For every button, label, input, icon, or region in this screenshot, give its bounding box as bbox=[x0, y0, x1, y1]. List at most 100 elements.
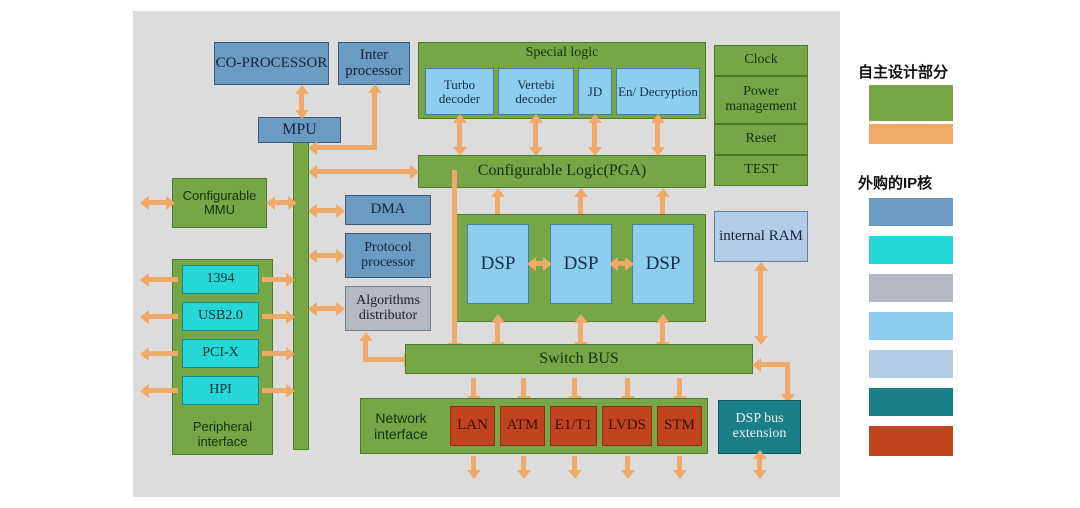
block-dsp-bus-extension[interactable]: DSP bus extension bbox=[718, 400, 801, 454]
arrow-switchbus-lvds bbox=[625, 378, 630, 398]
arrowhead-down bbox=[517, 470, 531, 479]
arrowhead-up bbox=[656, 188, 670, 197]
arrow-pga-switchbus-left bbox=[452, 170, 457, 345]
arrowhead-right bbox=[286, 310, 295, 324]
block-atm[interactable]: ATM bbox=[500, 406, 545, 446]
block-power-management[interactable]: Power management bbox=[714, 76, 808, 124]
legend-swatch-self-green bbox=[869, 85, 953, 121]
arrowhead-down bbox=[621, 470, 635, 479]
arrowhead-up bbox=[295, 85, 309, 94]
legend-swatch-ip-6 bbox=[869, 388, 953, 416]
arrow-vertebi-pga bbox=[533, 122, 538, 148]
block-vertebi-decoder[interactable]: Vertebi decoder bbox=[498, 68, 574, 115]
block-internal-ram[interactable]: internal RAM bbox=[714, 211, 808, 262]
block-configurable-mmu[interactable]: Configurable MMU bbox=[172, 178, 267, 228]
arrowhead-up bbox=[491, 188, 505, 197]
arrowhead-left bbox=[308, 302, 317, 316]
arrowhead-up bbox=[656, 314, 670, 323]
block-clock[interactable]: Clock bbox=[714, 45, 808, 76]
legend-swatch-self-orange bbox=[869, 124, 953, 144]
arrowhead-left bbox=[752, 358, 761, 372]
arrow-mmu-left bbox=[148, 200, 168, 205]
arrow-dsp2-switchbus bbox=[578, 322, 583, 344]
arrow-switchbus-e1t1 bbox=[572, 378, 577, 398]
arrowhead-left bbox=[527, 257, 536, 271]
arrow-interproc-vert bbox=[372, 92, 377, 147]
arrowhead-right bbox=[410, 165, 419, 179]
arrow-interproc-horz bbox=[316, 145, 377, 150]
block-stm[interactable]: STM bbox=[657, 406, 702, 446]
arrowhead-left bbox=[140, 196, 149, 210]
block-en-decryption[interactable]: En/ Decryption bbox=[616, 68, 700, 115]
arrowhead-right bbox=[166, 196, 175, 210]
arrowhead-up bbox=[368, 84, 382, 93]
arrowhead-left bbox=[140, 310, 149, 324]
arrowhead-up bbox=[529, 114, 543, 123]
arrowhead-up bbox=[491, 314, 505, 323]
block-lan[interactable]: LAN bbox=[450, 406, 495, 446]
arrowhead-down bbox=[753, 470, 767, 479]
arrow-jd-pga bbox=[592, 122, 597, 148]
block-algorithms-distributor[interactable]: Algorithms distributor bbox=[345, 286, 431, 331]
legend-swatch-ip-1 bbox=[869, 198, 953, 226]
arrowhead-left bbox=[140, 384, 149, 398]
arrowhead-right bbox=[336, 302, 345, 316]
arrowhead-left bbox=[609, 257, 618, 271]
arrowhead-up bbox=[753, 450, 767, 459]
block-coprocessor[interactable]: CO-PROCESSOR bbox=[214, 42, 329, 85]
arrowhead-left bbox=[140, 347, 149, 361]
arrow-switchbus-dspext-v bbox=[785, 362, 790, 396]
block-e1t1[interactable]: E1/T1 bbox=[550, 406, 597, 446]
network-interface-title: Network interface bbox=[374, 409, 428, 442]
arrowhead-up bbox=[453, 114, 467, 123]
arrowhead-down bbox=[467, 470, 481, 479]
block-dsp-2[interactable]: DSP bbox=[550, 224, 612, 304]
block-dma[interactable]: DMA bbox=[345, 195, 431, 225]
block-protocol-processor[interactable]: Protocol processor bbox=[345, 233, 431, 278]
arrow-1394-bus bbox=[262, 277, 288, 282]
block-1394[interactable]: 1394 bbox=[182, 265, 259, 294]
arrowhead-up bbox=[754, 262, 768, 271]
arrow-bus-pga bbox=[316, 169, 412, 174]
block-reset[interactable]: Reset bbox=[714, 124, 808, 155]
main-bus-bar bbox=[293, 140, 309, 450]
arrowhead-down bbox=[673, 470, 687, 479]
block-jd[interactable]: JD bbox=[578, 68, 612, 115]
arrowhead-left bbox=[308, 249, 317, 263]
arrowhead-down bbox=[295, 110, 309, 119]
arrowhead-right bbox=[625, 257, 634, 271]
block-turbo-decoder[interactable]: Turbo decoder bbox=[425, 68, 494, 115]
arrow-switchbus-stm bbox=[677, 378, 682, 398]
block-lvds[interactable]: LVDS bbox=[602, 406, 652, 446]
arrowhead-right bbox=[286, 347, 295, 361]
legend-swatch-ip-3 bbox=[869, 274, 953, 302]
block-test[interactable]: TEST bbox=[714, 155, 808, 186]
arrow-dsp1-switchbus bbox=[495, 322, 500, 344]
arrowhead-left bbox=[308, 141, 317, 155]
block-inter-processor[interactable]: Inter processor bbox=[338, 42, 410, 85]
arrowhead-down bbox=[568, 470, 582, 479]
block-configurable-logic[interactable]: Configurable Logic(PGA) bbox=[418, 155, 706, 188]
arrow-ram-switchbus bbox=[758, 270, 763, 338]
block-usb20[interactable]: USB2.0 bbox=[182, 302, 259, 331]
diagram-root: CO-PROCESSOR Inter processor MPU Special… bbox=[0, 0, 1080, 508]
arrowhead-right bbox=[286, 384, 295, 398]
arrow-usb-bus bbox=[262, 314, 288, 319]
arrow-coprocessor-mpu bbox=[299, 93, 304, 111]
special-logic-title: Special logic bbox=[525, 45, 599, 60]
block-dsp-3[interactable]: DSP bbox=[632, 224, 694, 304]
arrow-switchbus-lan bbox=[471, 378, 476, 398]
arrowhead-right bbox=[336, 249, 345, 263]
arrowhead-right bbox=[286, 273, 295, 287]
block-mpu[interactable]: MPU bbox=[258, 117, 341, 143]
block-pcix[interactable]: PCI-X bbox=[182, 339, 259, 368]
legend-swatch-ip-5 bbox=[869, 350, 953, 378]
arrowhead-down bbox=[754, 336, 768, 345]
block-switch-bus[interactable]: Switch BUS bbox=[405, 344, 753, 374]
arrow-endecrypt-pga bbox=[655, 122, 660, 148]
block-hpi[interactable]: HPI bbox=[182, 376, 259, 405]
arrow-dsp3-switchbus bbox=[660, 322, 665, 344]
arrowhead-up bbox=[588, 114, 602, 123]
arrowhead-right bbox=[336, 204, 345, 218]
block-dsp-1[interactable]: DSP bbox=[467, 224, 529, 304]
